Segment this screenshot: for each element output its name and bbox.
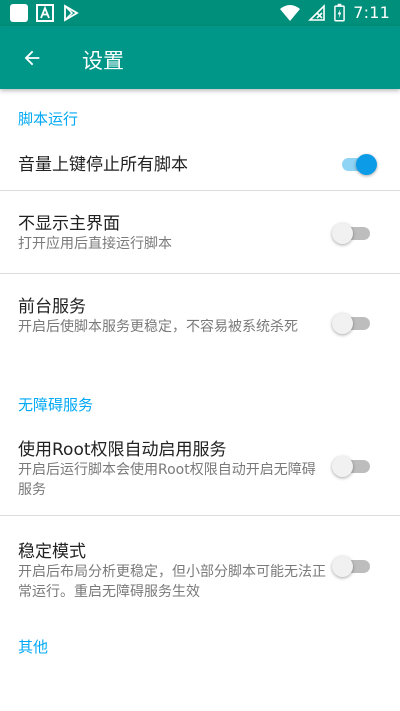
- section-title-script-run: 脚本运行: [18, 110, 79, 128]
- volume-stop-switch[interactable]: [338, 152, 378, 176]
- switch-thumb: [332, 223, 353, 244]
- play-store-icon: [64, 4, 79, 22]
- stable-mode-switch[interactable]: [332, 554, 372, 578]
- switch-thumb: [332, 556, 353, 577]
- arrow-left-icon: [24, 50, 40, 66]
- switch-thumb: [332, 313, 353, 334]
- hide-main-switch[interactable]: [332, 221, 372, 245]
- status-bar: 7:11: [0, 0, 400, 26]
- app-square-icon: [10, 4, 28, 22]
- setting-title: 稳定模式: [18, 542, 86, 562]
- setting-title: 音量上键停止所有脚本: [18, 155, 188, 175]
- setting-title: 不显示主界面: [18, 214, 120, 234]
- status-time: 7:11: [353, 3, 390, 22]
- app-bar: 设置: [0, 26, 400, 89]
- foreground-service-switch[interactable]: [332, 311, 372, 335]
- section-title-other: 其他: [18, 638, 49, 656]
- setting-subtitle: 开启后运行脚本会使用Root权限自动开启无障碍服务: [18, 462, 316, 498]
- setting-root-auto[interactable]: 使用Root权限自动启用服务 开启后运行脚本会使用Root权限自动开启无障碍服务: [0, 423, 400, 515]
- font-a-icon: [36, 4, 54, 22]
- battery-charging-icon: [334, 3, 346, 22]
- page-title: 设置: [82, 49, 124, 73]
- setting-subtitle: 开启后使脚本服务更稳定，不容易被系统杀死: [18, 319, 298, 335]
- setting-foreground-service[interactable]: 前台服务 开启后使脚本服务更稳定，不容易被系统杀死: [0, 274, 400, 364]
- root-auto-switch[interactable]: [332, 454, 372, 478]
- back-button[interactable]: [14, 40, 50, 76]
- setting-title: 使用Root权限自动启用服务: [18, 440, 227, 460]
- setting-stable-mode[interactable]: 稳定模式 开启后布局分析更稳定，但小部分脚本可能无法正常运行。重启无障碍服务生效: [0, 516, 400, 612]
- setting-subtitle: 开启后布局分析更稳定，但小部分脚本可能无法正常运行。重启无障碍服务生效: [18, 564, 326, 600]
- wifi-icon: [280, 4, 301, 21]
- no-signal-icon: [308, 3, 326, 21]
- setting-hide-main[interactable]: 不显示主界面 打开应用后直接运行脚本: [0, 191, 400, 273]
- section-title-accessibility: 无障碍服务: [18, 396, 94, 414]
- setting-volume-stop[interactable]: 音量上键停止所有脚本: [0, 138, 400, 190]
- setting-subtitle: 打开应用后直接运行脚本: [18, 236, 172, 252]
- setting-title: 前台服务: [18, 297, 86, 317]
- switch-thumb: [356, 154, 377, 175]
- switch-thumb: [332, 456, 353, 477]
